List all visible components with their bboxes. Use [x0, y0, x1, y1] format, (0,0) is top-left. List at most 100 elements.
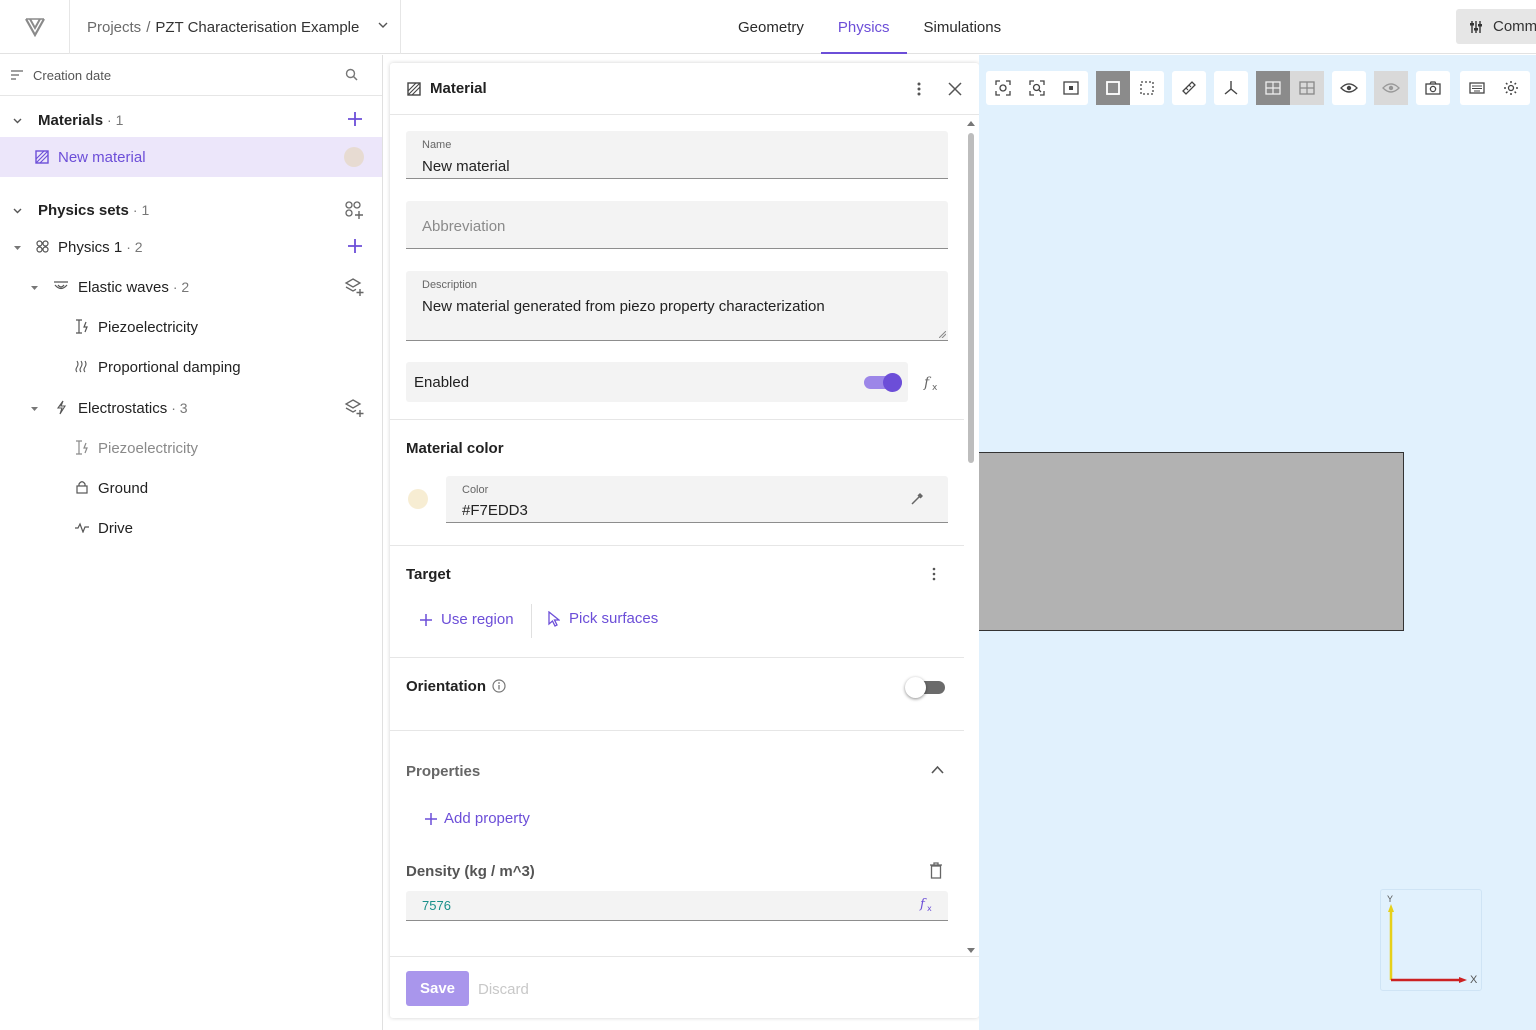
- visibility-button[interactable]: [1332, 71, 1366, 105]
- function-icon[interactable]: f x: [919, 897, 937, 912]
- pick-surfaces-button[interactable]: Pick surfaces: [548, 610, 658, 627]
- tree-physics-1[interactable]: Physics 1 · 2: [0, 227, 382, 267]
- select-solid-button[interactable]: [1096, 71, 1130, 105]
- app-logo[interactable]: [0, 0, 70, 54]
- material-panel: Material Name New material Abbreviation …: [390, 63, 979, 1018]
- comm-button[interactable]: Comm: [1456, 9, 1536, 44]
- grid-view-button[interactable]: [1290, 71, 1324, 105]
- ruler-icon: [1182, 81, 1196, 95]
- eyedropper-icon[interactable]: [910, 492, 924, 506]
- sort-label: Creation date: [33, 67, 112, 83]
- enabled-toggle[interactable]: [864, 373, 902, 392]
- resize-handle-icon[interactable]: [939, 331, 946, 338]
- color-swatch[interactable]: [408, 489, 428, 509]
- tree-item-new-material[interactable]: New material: [0, 137, 382, 177]
- fit-all-button[interactable]: [986, 71, 1020, 105]
- piezo-icon: [76, 440, 88, 455]
- viewport-settings-button[interactable]: [1494, 71, 1528, 105]
- zoom-fit-button[interactable]: [1020, 71, 1054, 105]
- sort-bar[interactable]: Creation date: [0, 55, 382, 96]
- description-field[interactable]: Description New material generated from …: [406, 271, 948, 341]
- zoom-selection-button[interactable]: [1054, 71, 1088, 105]
- tree-item-proportional-damping[interactable]: Proportional damping: [0, 347, 382, 387]
- scrollbar-thumb[interactable]: [968, 133, 974, 463]
- breadcrumb[interactable]: Projects / PZT Characterisation Example: [70, 0, 401, 54]
- section-view-button[interactable]: [1256, 71, 1290, 105]
- abbreviation-field[interactable]: Abbreviation: [406, 201, 948, 249]
- material-item-label: New material: [58, 148, 146, 166]
- axis-y-label: Y: [1387, 894, 1394, 904]
- 3d-viewport[interactable]: Y X: [979, 55, 1536, 1030]
- add-icon[interactable]: [346, 110, 364, 128]
- tree-item-drive[interactable]: Drive: [0, 508, 382, 548]
- logo-icon: [24, 18, 45, 37]
- scroll-down-arrow-icon[interactable]: [966, 947, 976, 954]
- camera-icon: [1425, 81, 1441, 95]
- keyboard-button[interactable]: [1460, 71, 1494, 105]
- axes-button[interactable]: [1214, 71, 1248, 105]
- add-icon[interactable]: [346, 237, 364, 255]
- panel-header: Material: [390, 63, 979, 115]
- tab-geometry[interactable]: Geometry: [721, 0, 821, 54]
- name-field[interactable]: Name New material: [406, 131, 948, 179]
- tree-physics-sets[interactable]: Physics sets · 1: [0, 190, 382, 230]
- tree-item-ground[interactable]: Ground: [0, 468, 382, 508]
- caret-down-icon[interactable]: [13, 243, 22, 252]
- add-property-button[interactable]: Add property: [425, 810, 530, 827]
- more-vertical-icon[interactable]: [931, 566, 937, 582]
- tree-electrostatics[interactable]: Electrostatics · 3: [0, 388, 382, 428]
- hide-button[interactable]: [1374, 71, 1408, 105]
- tab-physics[interactable]: Physics: [820, 0, 907, 54]
- chevron-down-icon[interactable]: [377, 19, 389, 31]
- save-button[interactable]: Save: [406, 971, 469, 1006]
- abbreviation-placeholder: Abbreviation: [422, 218, 506, 235]
- more-vertical-icon[interactable]: [916, 80, 922, 98]
- geometry-model[interactable]: [979, 452, 1404, 631]
- axes-icon: [1224, 81, 1238, 95]
- frame-icon: [1063, 81, 1079, 95]
- elastic-waves-count: · 2: [172, 279, 190, 295]
- divider: [531, 604, 532, 638]
- select-box-button[interactable]: [1130, 71, 1164, 105]
- tree-item-electro-piezoelectricity[interactable]: Piezoelectricity: [0, 428, 382, 468]
- material-icon: [35, 150, 49, 164]
- screenshot-button[interactable]: [1416, 71, 1450, 105]
- view-toolbar-settings: [1460, 71, 1530, 105]
- add-layer-icon[interactable]: [344, 398, 364, 418]
- name-value: New material: [422, 158, 510, 175]
- measure-button[interactable]: [1172, 71, 1206, 105]
- discard-button[interactable]: Discard: [478, 981, 529, 998]
- elastic-waves-label: Elastic waves: [78, 278, 169, 296]
- square-select-icon: [1106, 81, 1120, 95]
- chevron-down-icon[interactable]: [12, 115, 23, 126]
- orientation-toggle[interactable]: [905, 677, 945, 698]
- tab-simulations[interactable]: Simulations: [907, 0, 1019, 54]
- svg-text:x: x: [932, 383, 938, 391]
- scroll-up-arrow-icon[interactable]: [966, 120, 976, 127]
- info-icon[interactable]: [492, 679, 506, 693]
- sort-icon[interactable]: [11, 70, 23, 80]
- caret-down-icon[interactable]: [30, 404, 39, 413]
- density-field[interactable]: 7576 f x: [406, 891, 948, 921]
- pulse-icon: [75, 522, 89, 533]
- chevron-down-icon[interactable]: [12, 205, 23, 216]
- materials-count: · 1: [107, 112, 124, 128]
- add-layer-icon[interactable]: [344, 277, 364, 297]
- tree-elastic-waves[interactable]: Elastic waves · 2: [0, 267, 382, 307]
- tree-item-elastic-piezoelectricity[interactable]: Piezoelectricity: [0, 307, 382, 347]
- description-label: Description: [422, 279, 478, 291]
- breadcrumb-root[interactable]: Projects: [87, 19, 141, 36]
- caret-down-icon[interactable]: [30, 283, 39, 292]
- trash-icon[interactable]: [929, 862, 943, 879]
- use-region-button[interactable]: Use region: [420, 611, 514, 628]
- tree-materials[interactable]: Materials · 1: [0, 100, 382, 140]
- color-field[interactable]: Color #F7EDD3: [446, 476, 948, 523]
- main-tabs: Geometry Physics Simulations: [721, 0, 1018, 54]
- close-icon[interactable]: [948, 82, 962, 96]
- search-icon[interactable]: [345, 68, 358, 81]
- add-physics-set-icon[interactable]: [344, 200, 364, 220]
- chevron-up-icon[interactable]: [931, 765, 944, 774]
- view-toolbar-hide: [1374, 71, 1408, 105]
- name-label: Name: [422, 139, 452, 151]
- function-icon[interactable]: f x: [923, 375, 943, 391]
